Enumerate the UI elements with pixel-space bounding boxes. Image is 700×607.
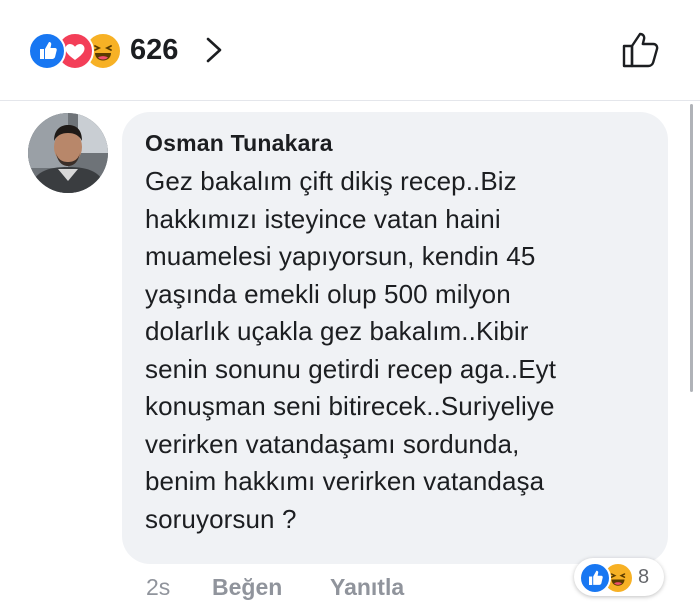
reaction-count[interactable]: 626 <box>130 32 178 68</box>
divider <box>0 100 700 101</box>
comment-reaction-count: 8 <box>638 566 650 588</box>
comment-bubble: Osman Tunakara Gez bakalım çift dikiş re… <box>122 112 668 564</box>
reply-button[interactable]: Yanıtla <box>330 572 404 602</box>
scrollbar[interactable] <box>690 104 693 392</box>
like-button[interactable]: Beğen <box>212 572 282 602</box>
like-icon <box>28 32 66 70</box>
comment-text-line: yaşında emekli olup 500 milyon <box>145 278 511 309</box>
comment-text-line: verirken vatandaşamı sordunda, <box>145 428 520 459</box>
comment-timestamp[interactable]: 2s <box>146 572 170 602</box>
comment-text-line: dolarlık uçakla gez bakalım..Kibir <box>145 316 529 346</box>
reactions-summary-bar[interactable]: 626 <box>0 0 700 100</box>
thumbs-up-outline-icon[interactable] <box>620 28 662 70</box>
comment-author[interactable]: Osman Tunakara <box>145 128 646 158</box>
comment-text-line: hakkımızı isteyince vatan haini <box>145 203 501 234</box>
reaction-icons-group[interactable] <box>28 32 128 70</box>
comment-text-line: Gez bakalım çift dikiş recep..Biz <box>145 166 517 196</box>
avatar[interactable] <box>28 113 108 193</box>
comment-text-line: senin sonunu getirdi recep aga..Eyt <box>145 353 557 384</box>
comment-text-line: soruyorsun ? <box>145 503 297 534</box>
comment-text-line: konuşman seni bitirecek..Suriyeliye <box>145 391 555 421</box>
comment-reactions-badge[interactable]: 8 <box>574 558 664 596</box>
like-icon <box>579 562 611 594</box>
comment-text-line: benim hakkımı verirken vatandaşa <box>145 466 545 496</box>
comment-text-line: muamelesi yapıyorsun, kendin 45 <box>145 241 536 271</box>
chevron-right-icon[interactable] <box>203 34 225 66</box>
